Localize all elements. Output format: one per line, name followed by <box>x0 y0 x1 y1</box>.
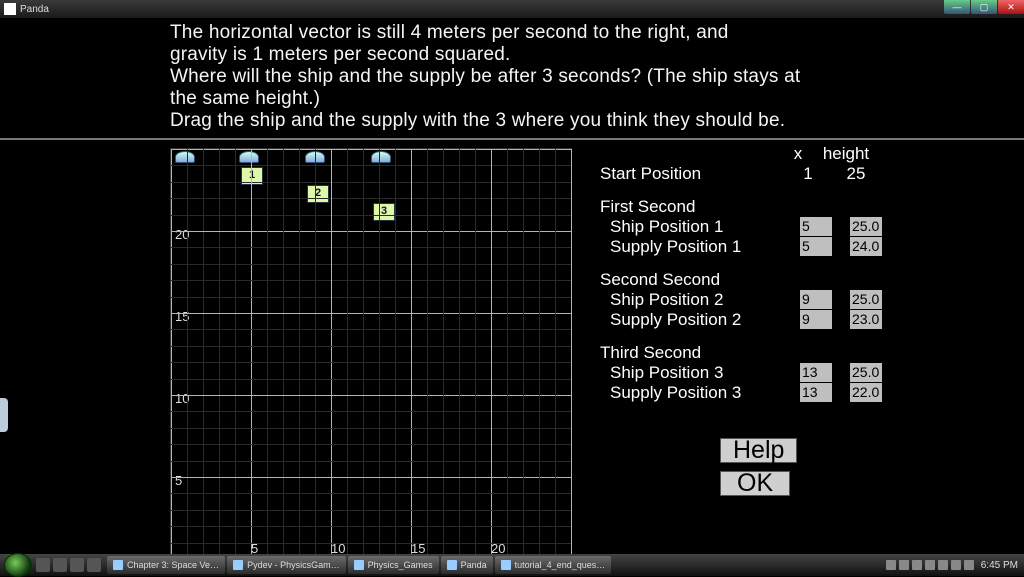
taskbar-item[interactable]: Pydev - PhysicsGam… <box>227 556 346 574</box>
app-icon <box>4 3 16 15</box>
window-title: Panda <box>20 4 49 15</box>
data-panel: x height Start Position 1 25 First Secon… <box>580 140 1024 570</box>
supply-pos-1-label: Supply Position 1 <box>610 237 800 256</box>
maximize-button[interactable]: ▢ <box>971 0 997 14</box>
supply-pos-3-x[interactable]: 13 <box>800 383 832 402</box>
question-line: Drag the ship and the supply with the 3 … <box>170 110 1024 132</box>
ship-pos-1-x[interactable]: 5 <box>800 217 832 236</box>
section-title: First Second <box>600 197 994 216</box>
section-title: Third Second <box>600 343 994 362</box>
ok-button[interactable]: OK <box>720 471 790 496</box>
question-line: The horizontal vector is still 4 meters … <box>170 22 1024 44</box>
quick-launch[interactable] <box>36 558 101 572</box>
ship-pos-2-label: Ship Position 2 <box>610 290 800 309</box>
supply-pos-3-label: Supply Position 3 <box>610 383 800 402</box>
taskbar-item-label: tutorial_4_end_ques… <box>515 560 606 570</box>
supply-pos-1-x[interactable]: 5 <box>800 237 832 256</box>
taskbar[interactable]: Chapter 3: Space Ve… Pydev - PhysicsGam…… <box>0 554 1024 576</box>
start-height: 25 <box>826 164 886 183</box>
supply-pos-2-h[interactable]: 23.0 <box>850 310 882 329</box>
ship-pos-2-x[interactable]: 9 <box>800 290 832 309</box>
ship-pos-2-h[interactable]: 25.0 <box>850 290 882 309</box>
section-title: Second Second <box>600 270 994 289</box>
question-text: The horizontal vector is still 4 meters … <box>0 18 1024 138</box>
ship-pos-3-x[interactable]: 13 <box>800 363 832 382</box>
taskbar-item[interactable]: tutorial_4_end_ques… <box>495 556 612 574</box>
taskbar-item[interactable]: Panda <box>441 556 493 574</box>
start-button[interactable] <box>4 553 32 577</box>
ship-pos-1-h[interactable]: 25.0 <box>850 217 882 236</box>
close-button[interactable]: ✕ <box>998 0 1024 14</box>
question-line: gravity is 1 meters per second squared. <box>170 44 1024 66</box>
start-x: 1 <box>790 164 826 183</box>
taskbar-item[interactable]: Physics_Games <box>348 556 439 574</box>
clock: 6:45 PM <box>981 560 1018 571</box>
column-height: height <box>816 144 876 163</box>
question-line: the same height.) <box>170 88 1024 110</box>
ship-pos-3-h[interactable]: 25.0 <box>850 363 882 382</box>
supply-pos-2-label: Supply Position 2 <box>610 310 800 329</box>
taskbar-item-label: Physics_Games <box>368 560 433 570</box>
minimize-button[interactable]: — <box>944 0 970 14</box>
taskbar-item-label: Pydev - PhysicsGam… <box>247 560 340 570</box>
tray-icon[interactable] <box>912 560 922 570</box>
question-line: Where will the ship and the supply be af… <box>170 66 1024 88</box>
taskbar-item[interactable]: Chapter 3: Space Ve… <box>107 556 225 574</box>
tray-icon[interactable] <box>964 560 974 570</box>
tray-icon[interactable] <box>886 560 896 570</box>
supply-pos-1-h[interactable]: 24.0 <box>850 237 882 256</box>
side-tab[interactable] <box>0 398 8 432</box>
tray-icon[interactable] <box>925 560 935 570</box>
start-position-label: Start Position <box>600 164 790 183</box>
ship-marker-3[interactable] <box>371 151 391 163</box>
tray-icon[interactable] <box>899 560 909 570</box>
supply-pos-3-h[interactable]: 22.0 <box>850 383 882 402</box>
ship-pos-1-label: Ship Position 1 <box>610 217 800 236</box>
taskbar-item-label: Panda <box>461 560 487 570</box>
supply-pos-2-x[interactable]: 9 <box>800 310 832 329</box>
grid-canvas[interactable]: 20 15 10 5 5 10 15 20 1 2 3 <box>170 148 572 560</box>
ship-pos-3-label: Ship Position 3 <box>610 363 800 382</box>
column-x: x <box>780 144 816 163</box>
tray-icon[interactable] <box>951 560 961 570</box>
window-titlebar: Panda — ▢ ✕ <box>0 0 1024 18</box>
ship-marker-1[interactable] <box>239 151 259 163</box>
ship-marker-0[interactable] <box>175 151 195 163</box>
supply-token-2[interactable]: 2 <box>307 185 329 203</box>
help-button[interactable]: Help <box>720 438 797 463</box>
taskbar-item-label: Chapter 3: Space Ve… <box>127 560 219 570</box>
y-axis-label: 5 <box>175 473 182 488</box>
tray-icon[interactable] <box>938 560 948 570</box>
system-tray[interactable]: 6:45 PM <box>886 560 1024 571</box>
supply-token-3[interactable]: 3 <box>373 203 395 221</box>
